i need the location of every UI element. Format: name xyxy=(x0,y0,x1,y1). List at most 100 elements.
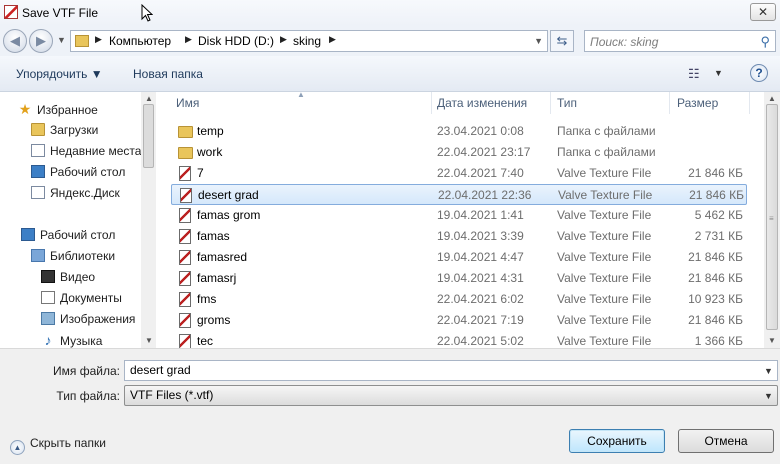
filetype-select[interactable]: VTF Files (*.vtf) xyxy=(124,385,778,406)
sidebar-item-desktop-fav[interactable]: Рабочий стол xyxy=(31,162,125,182)
file-row-selected[interactable]: desert grad 22.04.2021 22:36 Valve Textu… xyxy=(171,184,747,205)
column-header-date[interactable]: Дата изменения xyxy=(437,92,527,114)
sidebar-item-images[interactable]: Изображения xyxy=(41,309,135,329)
file-row[interactable]: famas grom 19.04.2021 1:41 Valve Texture… xyxy=(171,205,747,226)
file-size: 5 462 КБ xyxy=(694,208,743,222)
file-date: 23.04.2021 0:08 xyxy=(437,124,524,138)
breadcrumb-sking[interactable]: sking xyxy=(293,34,321,48)
forward-button[interactable]: ▶ xyxy=(29,29,53,53)
file-size: 1 366 КБ xyxy=(694,334,743,348)
music-note-icon: ♪ xyxy=(44,332,52,348)
file-row[interactable]: famasred 19.04.2021 4:47 Valve Texture F… xyxy=(171,247,747,268)
breadcrumb-separator-icon[interactable]: ▶ xyxy=(280,34,287,45)
file-date: 19.04.2021 4:47 xyxy=(437,250,524,264)
video-library-icon xyxy=(41,270,55,283)
file-row[interactable]: fms 22.04.2021 6:02 Valve Texture File 1… xyxy=(171,289,747,310)
sidebar-item-desktop[interactable]: Рабочий стол xyxy=(21,225,115,245)
hide-folders-button[interactable]: ▲ Скрыть папки xyxy=(10,436,106,455)
vtf-file-icon xyxy=(179,334,191,348)
file-name: work xyxy=(197,145,223,159)
sidebar-item-downloads[interactable]: Загрузки xyxy=(31,120,98,140)
file-row[interactable]: famas 19.04.2021 3:39 Valve Texture File… xyxy=(171,226,747,247)
sidebar-item-label: Документы xyxy=(60,291,122,305)
cancel-button[interactable]: Отмена xyxy=(678,429,774,453)
hide-folders-label: Скрыть папки xyxy=(30,436,106,450)
breadcrumb-separator-icon[interactable]: ▶ xyxy=(185,34,192,45)
sidebar-item-music[interactable]: ♪ Музыка xyxy=(41,330,103,348)
sort-ascending-icon: ▲ xyxy=(297,92,305,99)
scroll-up-icon[interactable]: ▲ xyxy=(145,94,153,103)
sidebar-item-documents[interactable]: Документы xyxy=(41,288,122,308)
sidebar-item-label: Загрузки xyxy=(50,123,99,137)
breadcrumb-separator-icon[interactable]: ▶ xyxy=(329,34,336,45)
file-name: famas xyxy=(197,229,230,243)
organize-button[interactable]: Упорядочить ▼ xyxy=(16,67,103,81)
sidebar-item-libraries[interactable]: Библиотеки xyxy=(31,246,115,266)
file-size: 2 731 КБ xyxy=(694,229,743,243)
search-placeholder: Поиск: sking xyxy=(590,35,659,49)
view-options-icon[interactable]: ☷ xyxy=(688,66,700,82)
file-date: 22.04.2021 22:36 xyxy=(438,188,532,202)
column-divider[interactable] xyxy=(431,92,432,114)
vtf-file-icon xyxy=(179,292,191,307)
column-header-type[interactable]: Тип xyxy=(557,92,577,114)
sidebar-item-video[interactable]: Видео xyxy=(41,267,95,287)
app-icon xyxy=(4,5,18,19)
mouse-cursor-icon xyxy=(141,4,153,22)
column-divider[interactable] xyxy=(550,92,551,114)
sidebar-item-favorites[interactable]: ★ Избранное xyxy=(18,99,98,119)
refresh-button[interactable]: ⇆ xyxy=(550,30,574,52)
filetype-dropdown-icon[interactable]: ▼ xyxy=(764,391,773,401)
column-divider[interactable] xyxy=(749,92,750,114)
file-row[interactable]: famasrj 19.04.2021 4:31 Valve Texture Fi… xyxy=(171,268,747,289)
filename-label: Имя файла: xyxy=(53,364,120,378)
file-row[interactable]: work 22.04.2021 23:17 Папка с файлами xyxy=(171,142,747,163)
breadcrumb-computer[interactable]: Компьютер xyxy=(109,34,171,48)
scroll-down-icon[interactable]: ▼ xyxy=(768,336,776,345)
sidebar-item-recent-places[interactable]: Недавние места xyxy=(31,141,141,161)
file-row[interactable]: 7 22.04.2021 7:40 Valve Texture File 21 … xyxy=(171,163,747,184)
file-name: 7 xyxy=(197,166,204,180)
back-button[interactable]: ◀ xyxy=(3,29,27,53)
file-row[interactable]: tec 22.04.2021 5:02 Valve Texture File 1… xyxy=(171,331,747,348)
filename-input[interactable]: desert grad xyxy=(124,360,778,381)
file-type: Valve Texture File xyxy=(557,208,652,222)
search-input[interactable]: Поиск: sking ⚲ xyxy=(584,30,776,52)
close-button[interactable]: ✕ xyxy=(750,3,776,21)
scroll-up-icon[interactable]: ▲ xyxy=(768,94,776,103)
address-bar[interactable]: ▶ Компьютер ▶ Disk HDD (D:) ▶ sking ▶ ▼ xyxy=(70,30,548,52)
scroll-down-icon[interactable]: ▼ xyxy=(145,336,153,345)
view-dropdown-icon[interactable]: ▼ xyxy=(714,68,723,78)
file-date: 19.04.2021 4:31 xyxy=(437,271,524,285)
file-row[interactable]: temp 23.04.2021 0:08 Папка с файлами xyxy=(171,121,747,142)
recent-locations-dropdown-icon[interactable]: ▼ xyxy=(57,35,66,45)
sidebar-scrollbar-thumb[interactable] xyxy=(143,104,154,168)
breadcrumb-disk[interactable]: Disk HDD (D:) xyxy=(198,34,274,48)
file-name: famasred xyxy=(197,250,248,264)
help-icon[interactable]: ? xyxy=(750,64,768,82)
file-date: 22.04.2021 6:02 xyxy=(437,292,524,306)
vtf-file-icon xyxy=(179,208,191,223)
sidebar-item-yandex-disk[interactable]: Яндекс.Диск xyxy=(31,183,120,203)
new-folder-button[interactable]: Новая папка xyxy=(133,67,203,81)
column-header-size[interactable]: Размер xyxy=(677,92,718,114)
downloads-folder-icon xyxy=(31,123,45,136)
search-icon[interactable]: ⚲ xyxy=(760,34,770,50)
star-icon: ★ xyxy=(18,101,32,117)
column-divider[interactable] xyxy=(669,92,670,114)
file-type: Папка с файлами xyxy=(557,124,656,138)
save-button[interactable]: Сохранить xyxy=(569,429,665,453)
address-row: ◀ ▶ ▼ ▶ Компьютер ▶ Disk HDD (D:) ▶ skin… xyxy=(0,26,780,56)
file-type: Valve Texture File xyxy=(557,271,652,285)
address-history-dropdown-icon[interactable]: ▼ xyxy=(534,36,543,46)
file-row[interactable]: groms 22.04.2021 7:19 Valve Texture File… xyxy=(171,310,747,331)
column-header-name[interactable]: Имя xyxy=(176,92,199,114)
desktop-icon xyxy=(21,228,35,241)
scroll-grip-icon: ≡ xyxy=(769,214,774,223)
filename-history-dropdown-icon[interactable]: ▼ xyxy=(764,366,773,376)
file-name: temp xyxy=(197,124,224,138)
command-bar: Упорядочить ▼ Новая папка ☷ ▼ ? xyxy=(0,56,780,92)
file-type: Valve Texture File xyxy=(557,250,652,264)
breadcrumb-separator-icon[interactable]: ▶ xyxy=(95,34,102,45)
vtf-file-icon xyxy=(179,229,191,244)
